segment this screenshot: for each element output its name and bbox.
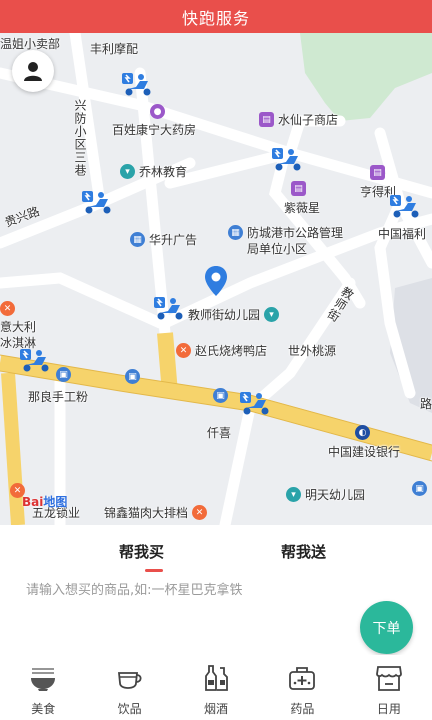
tab-help-buy[interactable]: 帮我买	[119, 541, 164, 562]
order-panel: 帮我买 帮我送	[10, 525, 422, 655]
nav-label-daily-goods: 日用	[376, 702, 401, 716]
nav-item-drinks[interactable]: 饮品	[86, 655, 172, 720]
bottles-icon	[205, 665, 228, 691]
poi-bus-4: ▣	[412, 481, 427, 496]
app-root: 快跑服务 温姐小卖部 丰利摩配 ● 百姓康宁大药房 ▤ 水仙子商店 ▾ 乔林教育…	[0, 0, 432, 720]
poi-bus-2: ▣	[125, 369, 140, 384]
poi-bus-1: ▣	[56, 367, 71, 382]
courier-scooter-icon	[154, 297, 183, 320]
shop-icon: ▤	[291, 181, 306, 196]
street-lu: 路	[420, 397, 432, 411]
poi-bus-3: ▣	[213, 388, 228, 403]
nav-item-daily-goods[interactable]: 日用	[346, 655, 432, 720]
nav-item-food[interactable]: 美食	[0, 655, 86, 720]
user-icon	[24, 62, 42, 81]
poi-jinxin: 锦鑫猫肉大排档 ✕	[104, 504, 208, 521]
bus-stop-icon: ▣	[56, 367, 71, 382]
courier-scooter-icon	[122, 73, 151, 96]
poi-jianshe: 中国建设银行	[328, 445, 401, 459]
education-icon: ▾	[286, 487, 301, 502]
order-button[interactable]: 下单	[360, 601, 413, 654]
nav-label-food: 美食	[31, 702, 56, 716]
nav-label-medicine: 药品	[290, 702, 315, 716]
poi-ziwei: 紫薇星	[284, 201, 321, 215]
poi-naliang: 那良手工粉	[28, 390, 89, 404]
poi-qiaolin: ▾ 乔林教育	[120, 163, 187, 180]
shop-icon: ▤	[259, 112, 274, 127]
profile-button[interactable]	[12, 50, 54, 92]
poi-ziwei-icon: ▤	[291, 181, 306, 196]
header-bar: 快跑服务	[0, 0, 432, 33]
tab-help-send[interactable]: 帮我送	[281, 541, 326, 562]
courier-scooter-icon	[82, 191, 111, 214]
building-icon: ▦	[228, 225, 243, 240]
location-pin-icon	[205, 266, 227, 296]
poi-baixing: ●	[150, 104, 165, 119]
bus-stop-icon: ▣	[412, 481, 427, 496]
education-icon: ▾	[264, 307, 280, 322]
bank-icon: ◐	[355, 425, 370, 440]
cup-icon	[117, 672, 142, 689]
poi-fengli: 丰利摩配	[90, 42, 139, 56]
poi-fangcheng: ▦ 防城港市公路管理局单位小区	[228, 225, 343, 257]
active-tab-indicator	[145, 569, 163, 572]
education-icon: ▾	[120, 164, 135, 179]
bus-stop-icon: ▣	[125, 369, 140, 384]
poi-huasheng: ▦ 华升广告	[130, 231, 197, 248]
baidu-map-logo: Bai 地图	[22, 494, 68, 510]
nav-item-medicine[interactable]: 药品	[259, 655, 345, 720]
medicine-box-icon	[289, 667, 316, 690]
restaurant-icon: ✕	[176, 343, 191, 358]
category-nav: 美食 饮品 烟酒 药品 日用	[0, 655, 432, 720]
poi-hengdeli-icon: ▤	[370, 165, 385, 180]
poi-zhaoshi: ✕ 赵氏烧烤鸭店	[176, 342, 267, 359]
courier-scooter-icon	[272, 148, 301, 171]
courier-scooter-icon	[390, 195, 419, 218]
poi-shuixian: ▤ 水仙子商店	[259, 111, 338, 128]
bus-stop-icon: ▣	[213, 388, 228, 403]
map-view[interactable]: 温姐小卖部 丰利摩配 ● 百姓康宁大药房 ▤ 水仙子商店 ▾ 乔林教育 ▤ 亨得利 …	[0, 33, 432, 525]
page-title: 快跑服务	[181, 8, 250, 28]
poi-zhongguofuli: 中国福利	[378, 227, 427, 241]
shop-icon	[375, 666, 402, 691]
poi-yidali-icon: ✕	[0, 301, 15, 316]
poi-qianxi: 仟喜	[207, 426, 232, 440]
noodle-bowl-icon	[31, 668, 56, 691]
service-tabs: 帮我买 帮我送	[10, 525, 422, 572]
street-xingfang: 兴防小区三巷	[73, 99, 87, 177]
shop-icon: ▤	[370, 165, 385, 180]
poi-baixing-label: 百姓康宁大药房	[112, 123, 197, 137]
poi-jianshe-icon: ◐	[355, 425, 370, 440]
poi-jiaoshi: 教师街幼儿园 ▾	[188, 306, 280, 323]
restaurant-icon: ✕	[192, 505, 208, 520]
nav-label-drinks: 饮品	[117, 702, 142, 716]
poi-shiwai: 世外桃源	[288, 344, 337, 358]
building-icon: ▦	[130, 232, 145, 247]
restaurant-icon: ✕	[0, 301, 15, 316]
poi-mingtian: ▾ 明天幼儿园	[286, 486, 365, 503]
courier-scooter-icon	[20, 349, 49, 372]
nav-label-tobacco-alcohol: 烟酒	[204, 702, 229, 716]
item-search-input[interactable]	[26, 577, 366, 603]
courier-scooter-icon	[240, 392, 269, 415]
nav-item-tobacco-alcohol[interactable]: 烟酒	[173, 655, 259, 720]
pill-icon: ●	[150, 104, 165, 119]
